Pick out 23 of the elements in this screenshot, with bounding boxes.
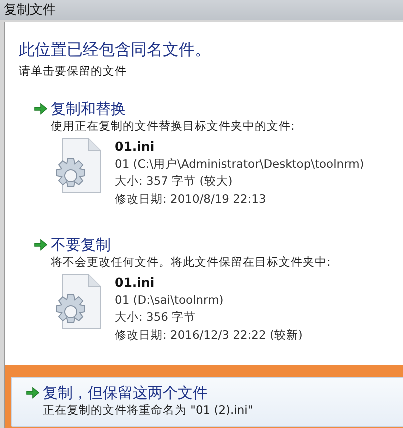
option-description: 正在复制的文件将重命名为 "01 (2).ini" [43, 402, 254, 418]
window-title: 复制文件 [4, 2, 56, 19]
dialog-instruction: 请单击要保留的文件 [19, 64, 128, 79]
file-size: 大小: 357 字节 (较大) [115, 173, 234, 190]
option-title: 不要复制 [51, 236, 111, 254]
arrow-icon [26, 387, 40, 399]
file-name: 01.ini [115, 274, 156, 292]
file-date: 修改日期: 2010/8/19 22:13 [115, 190, 268, 208]
option-title: 复制和替换 [51, 100, 126, 118]
copy-option[interactable]: 复制，但保留这两个文件 正在复制的文件将重命名为 "01 (2).ini" [11, 377, 403, 427]
file-size: 大小: 356 字节 [115, 309, 198, 326]
arrow-icon [34, 239, 48, 251]
arrow-icon [34, 103, 48, 115]
file-date: 修改日期: 2016/12/3 22:22 (较新) [115, 326, 303, 344]
option-description: 使用正在复制的文件替换目标文件夹中的文件: [51, 118, 296, 134]
option-description: 将不会更改任何文件。将此文件保留在目标文件夹中: [51, 254, 332, 270]
copy-option[interactable]: 不要复制 将不会更改任何文件。将此文件保留在目标文件夹中: 01.ini 01 (D:\sai\toolnrm) 大小: 356 字节 修改日期: 2016/12/3 22:22 (较新) [19, 229, 385, 353]
file-location: 01 (D:\sai\toolnrm) [115, 292, 225, 308]
option-title: 复制，但保留这两个文件 [43, 384, 208, 402]
copy-option[interactable]: 复制和替换 使用正在复制的文件替换目标文件夹中的文件: 01.ini 01 (C:\用户\Administrator\Desktop\toolnrm) 大小: 357 字节 (较大) 修改日期: 2010/8/19 22:13 [19, 93, 385, 217]
file-name: 01.ini [115, 138, 156, 156]
file-location: 01 (C:\用户\Administrator\Desktop\toolnrm) [115, 156, 364, 172]
dialog-heading: 此位置已经包含同名文件。 [19, 40, 212, 61]
